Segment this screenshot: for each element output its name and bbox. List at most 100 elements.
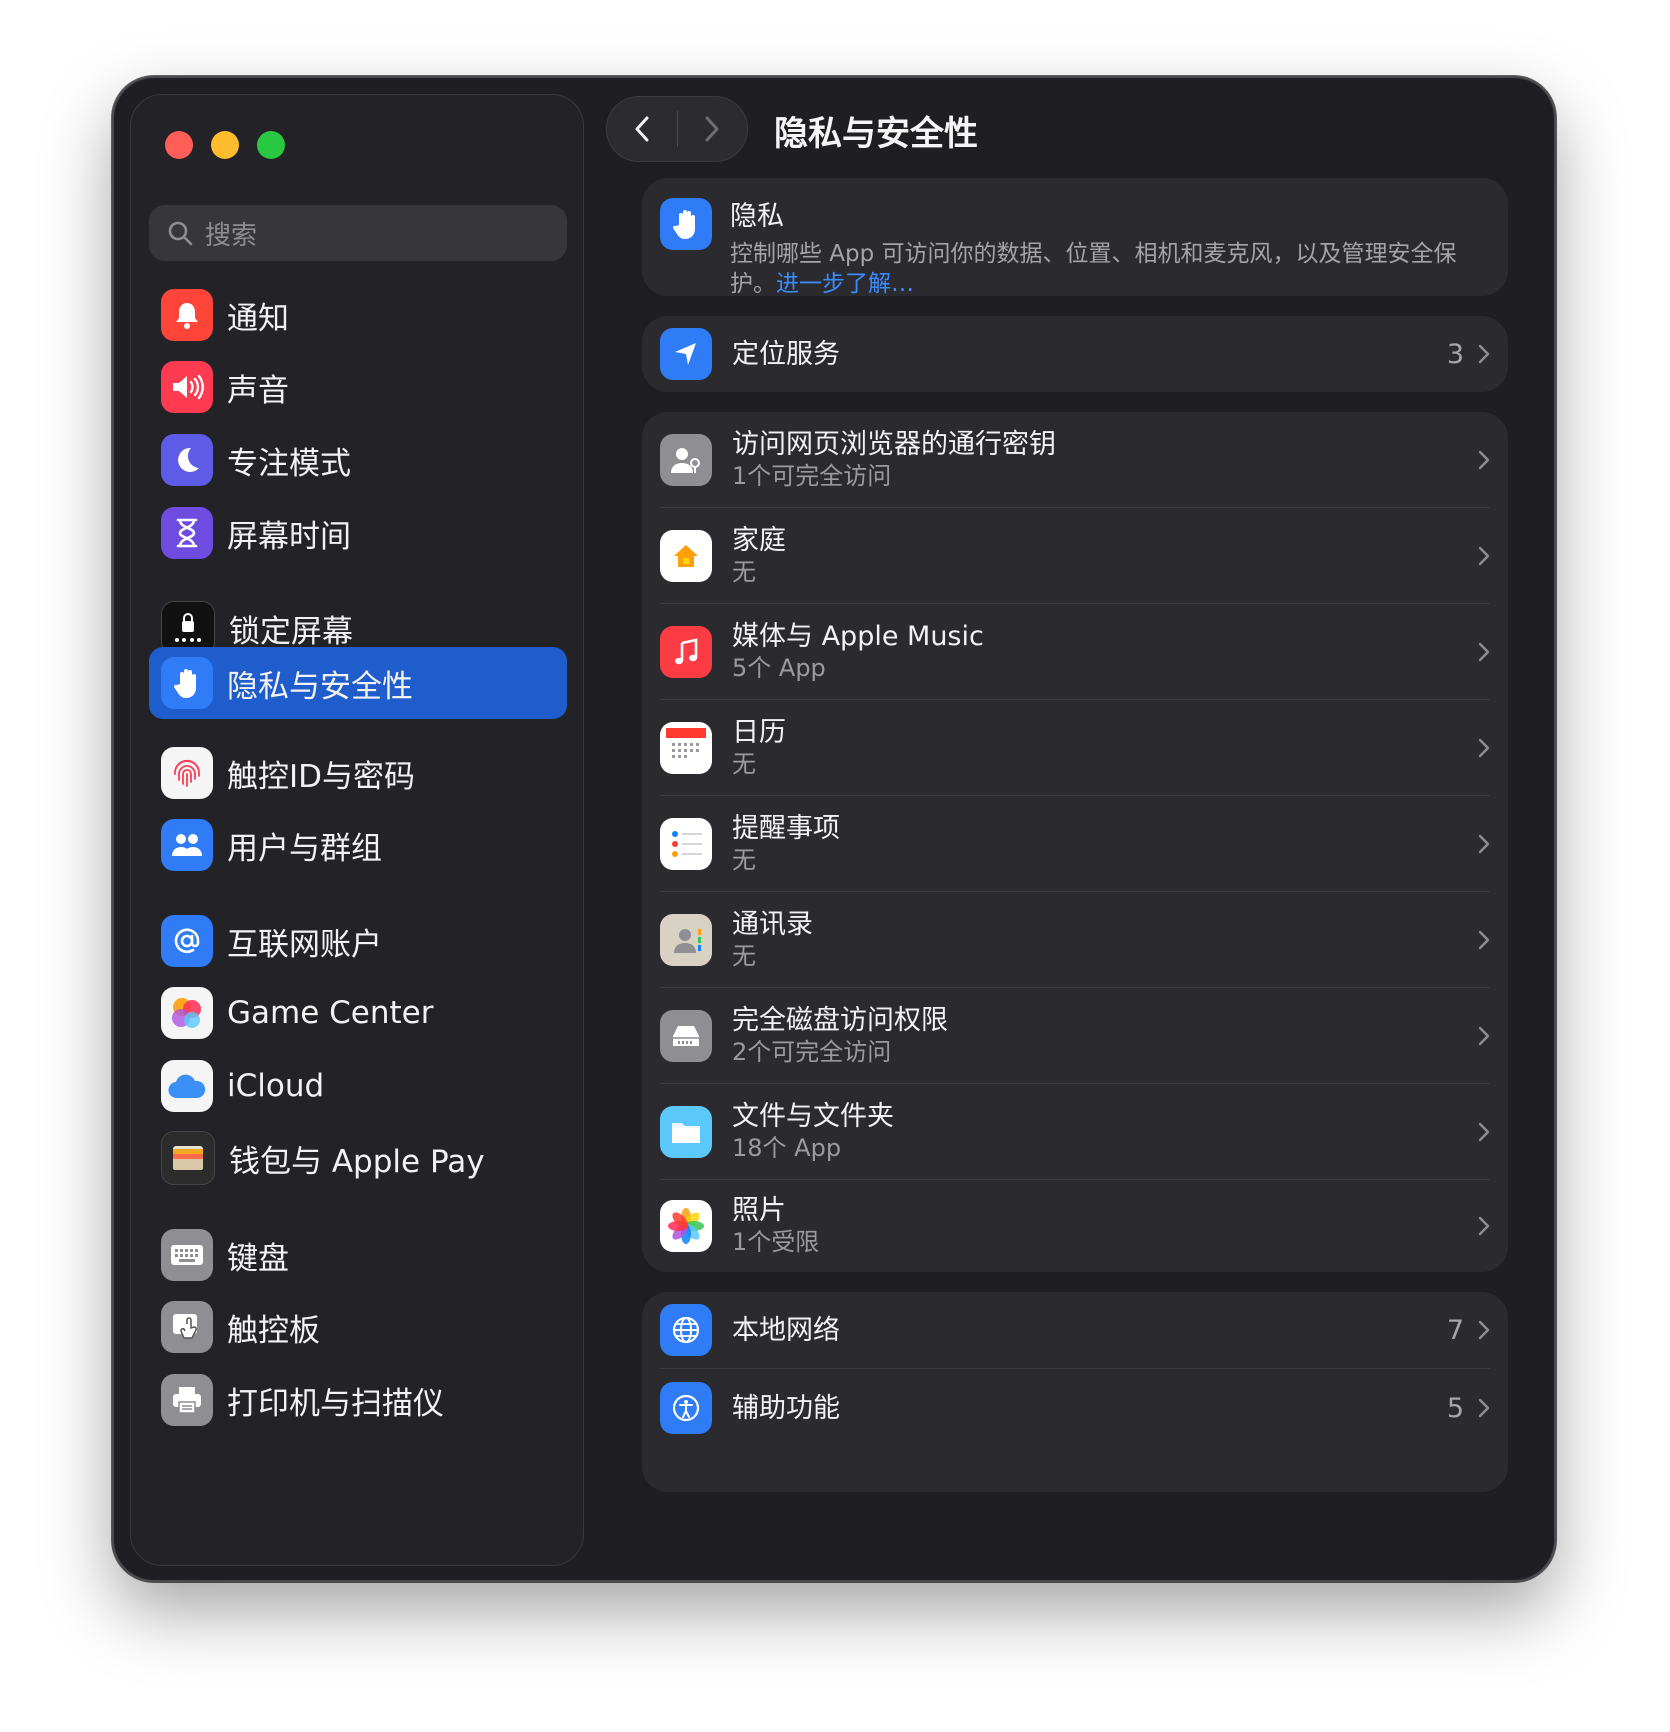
row-title: 提醒事项 [732, 812, 840, 844]
permission-row-files-folders[interactable]: 文件与文件夹 18个 App [642, 1084, 1508, 1179]
printer-icon [161, 1374, 213, 1426]
row-count: 5 [1446, 1392, 1464, 1424]
calendar-icon [660, 721, 712, 774]
row-texts: 文件与文件夹 18个 App [732, 1100, 1478, 1164]
row-count: 7 [1446, 1314, 1464, 1346]
game-center-icon [161, 987, 213, 1039]
sidebar-item-icloud[interactable]: iCloud [149, 1046, 567, 1126]
chevron-right-icon [1478, 738, 1490, 758]
wallet-icon [161, 1131, 215, 1185]
search-input[interactable]: 搜索 [149, 205, 567, 261]
privacy-info-card: 隐私 控制哪些 App 可访问你的数据、位置、相机和麦克风，以及管理安全保护。进… [642, 178, 1508, 296]
row-texts: 日历 无 [732, 716, 1478, 780]
row-title: 辅助功能 [732, 1392, 840, 1424]
search-icon [168, 221, 193, 246]
row-texts: 照片 1个受限 [732, 1194, 1478, 1258]
moon-icon [161, 434, 213, 486]
chevron-right-icon [1478, 642, 1490, 662]
sidebar-item-users-groups[interactable]: 用户与群组 [149, 805, 567, 885]
permission-row-passkeys[interactable]: 访问网页浏览器的通行密钥 1个可完全访问 [642, 412, 1508, 507]
row-title: 日历 [732, 716, 786, 748]
row-texts: 家庭 无 [732, 524, 1478, 588]
back-button[interactable] [607, 97, 677, 161]
location-arrow-icon [660, 328, 712, 380]
row-texts: 定位服务 [732, 338, 1447, 371]
permission-row-contacts[interactable]: 通讯录 无 [642, 892, 1508, 987]
row-subtitle: 5个 App [732, 653, 826, 682]
bell-icon [161, 289, 213, 341]
sidebar-item-touch-id[interactable]: 触控ID与密码 [149, 733, 567, 813]
sidebar-item-focus[interactable]: 专注模式 [149, 420, 567, 500]
sidebar: 搜索 通知 声音 专注模式 屏幕时间 锁定屏幕 隐私与安全性 触控ID与密码 用… [130, 94, 584, 1566]
sidebar-item-label: 声音 [227, 372, 289, 409]
chevron-right-icon [1478, 450, 1490, 470]
chevron-right-icon [1478, 930, 1490, 950]
contacts-icon [660, 913, 712, 966]
row-texts: 辅助功能 [732, 1392, 1447, 1425]
row-subtitle: 无 [732, 845, 756, 874]
network-row-local-network[interactable]: 本地网络 7 [642, 1292, 1508, 1368]
disk-icon [660, 1009, 712, 1062]
photos-icon [660, 1200, 712, 1252]
row-title: 文件与文件夹 [732, 1100, 894, 1132]
fingerprint-icon [161, 747, 213, 799]
minimize-window-button[interactable] [211, 131, 239, 159]
row-subtitle: 2个可完全访问 [732, 1037, 892, 1066]
keyboard-icon [161, 1229, 213, 1281]
sidebar-item-label: 互联网账户 [227, 926, 382, 963]
sidebar-item-wallet[interactable]: 钱包与 Apple Pay [149, 1118, 567, 1198]
trackpad-icon [161, 1301, 213, 1353]
sidebar-item-label: 通知 [227, 300, 289, 337]
location-services-row[interactable]: 定位服务 3 [642, 316, 1508, 392]
learn-more-link[interactable]: 进一步了解… [776, 271, 914, 296]
sidebar-item-label: 钱包与 Apple Pay [229, 1143, 485, 1180]
permission-row-reminders[interactable]: 提醒事项 无 [642, 796, 1508, 891]
reminders-icon [660, 817, 712, 870]
permission-row-calendar[interactable]: 日历 无 [642, 700, 1508, 795]
zoom-window-button[interactable] [257, 131, 285, 159]
location-services-card: 定位服务 3 [642, 316, 1508, 392]
row-count: 3 [1446, 338, 1464, 370]
sidebar-item-label: 锁定屏幕 [229, 613, 353, 650]
row-title: 媒体与 Apple Music [732, 620, 984, 652]
sidebar-item-internet-accounts[interactable]: 互联网账户 [149, 901, 567, 981]
sidebar-item-sound[interactable]: 声音 [149, 347, 567, 427]
close-window-button[interactable] [165, 131, 193, 159]
row-texts: 完全磁盘访问权限 2个可完全访问 [732, 1004, 1478, 1068]
sidebar-item-trackpad[interactable]: 触控板 [149, 1287, 567, 1367]
chevron-right-icon [1478, 344, 1490, 364]
sidebar-item-printers[interactable]: 打印机与扫描仪 [149, 1360, 567, 1440]
permission-row-full-disk[interactable]: 完全磁盘访问权限 2个可完全访问 [642, 988, 1508, 1083]
permission-row-home[interactable]: 家庭 无 [642, 508, 1508, 603]
row-subtitle: 18个 App [732, 1133, 842, 1162]
row-subtitle: 无 [732, 557, 756, 586]
sidebar-item-label: 用户与群组 [227, 830, 382, 867]
row-subtitle: 1个受限 [732, 1228, 820, 1256]
row-title: 完全磁盘访问权限 [732, 1004, 948, 1036]
sidebar-item-privacy-security[interactable]: 隐私与安全性 [149, 647, 567, 719]
network-row-accessibility[interactable]: 辅助功能 5 [642, 1369, 1508, 1447]
row-title: 家庭 [732, 524, 786, 556]
music-icon [660, 625, 712, 678]
learn-more-link-part2: 步了解… [822, 271, 914, 296]
speaker-icon [161, 361, 213, 413]
sidebar-item-game-center[interactable]: Game Center [149, 973, 567, 1053]
hand-icon [161, 657, 213, 709]
forward-button[interactable] [678, 97, 748, 161]
main-content: 隐私 控制哪些 App 可访问你的数据、位置、相机和麦克风，以及管理安全保护。进… [628, 178, 1522, 1580]
sidebar-item-label: 触控ID与密码 [227, 758, 416, 795]
sidebar-item-screen-time[interactable]: 屏幕时间 [149, 493, 567, 573]
chevron-right-icon [1478, 1026, 1490, 1046]
privacy-info-text: 隐私 控制哪些 App 可访问你的数据、位置、相机和麦克风，以及管理安全保护。进… [730, 194, 1490, 296]
chevron-right-icon [1478, 546, 1490, 566]
permission-row-media-music[interactable]: 媒体与 Apple Music 5个 App [642, 604, 1508, 699]
hourglass-icon [161, 507, 213, 559]
row-texts: 媒体与 Apple Music 5个 App [732, 620, 1478, 684]
sidebar-item-notifications[interactable]: 通知 [149, 275, 567, 355]
sidebar-item-label: 打印机与扫描仪 [227, 1385, 444, 1422]
sidebar-item-keyboard[interactable]: 键盘 [149, 1215, 567, 1295]
permission-row-photos[interactable]: 照片 1个受限 [642, 1180, 1508, 1272]
row-texts: 通讯录 无 [732, 908, 1478, 972]
row-title: 定位服务 [732, 338, 840, 370]
chevron-right-icon [1478, 834, 1490, 854]
